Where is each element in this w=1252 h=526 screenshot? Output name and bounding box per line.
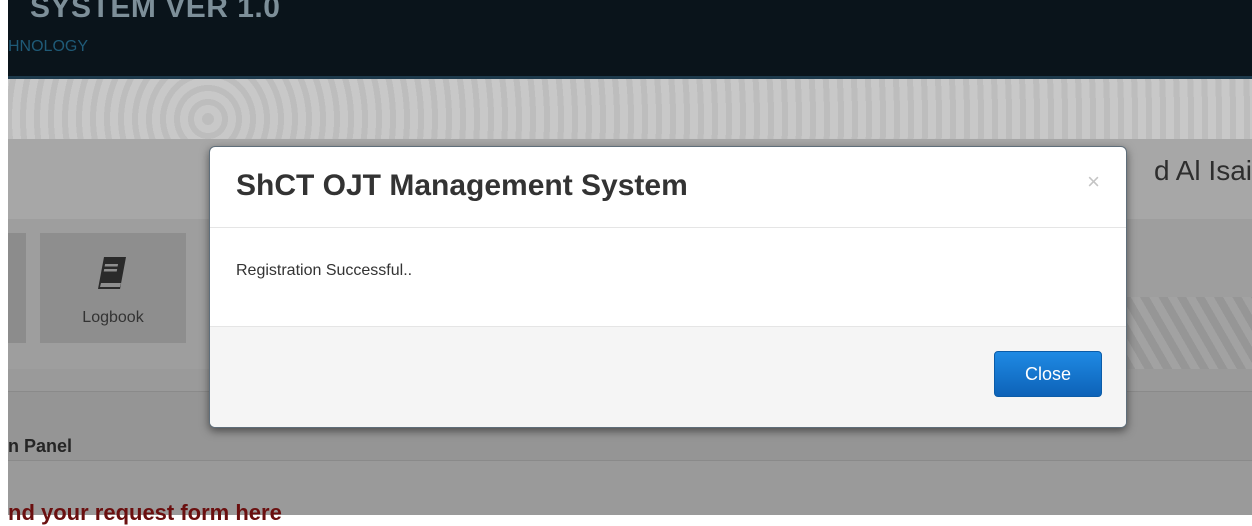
nav-tile-logbook[interactable]: Logbook: [40, 233, 186, 343]
app-header: SYSTEM VER 1.0 HNOLOGY: [8, 0, 1252, 79]
banner-pattern: [8, 79, 1252, 139]
success-modal: ShCT OJT Management System × Registratio…: [209, 146, 1127, 428]
close-button[interactable]: Close: [994, 351, 1102, 397]
modal-title: ShCT OJT Management System: [236, 169, 688, 202]
nav-tile-partial[interactable]: [8, 233, 26, 343]
modal-footer: Close: [210, 326, 1126, 427]
close-icon[interactable]: ×: [1087, 171, 1100, 193]
modal-message: Registration Successful..: [236, 262, 413, 279]
book-icon: [98, 257, 126, 289]
system-subtitle: HNOLOGY: [8, 38, 89, 55]
system-title: SYSTEM VER 1.0: [30, 0, 281, 24]
panel-subtitle: nd your request form here: [8, 500, 282, 525]
modal-header: ShCT OJT Management System ×: [210, 147, 1126, 228]
nav-tile-label: Logbook: [82, 309, 144, 326]
modal-body: Registration Successful..: [210, 228, 1126, 326]
panel-title: n Panel: [8, 436, 73, 456]
user-name: d Al Isai: [1153, 155, 1252, 186]
